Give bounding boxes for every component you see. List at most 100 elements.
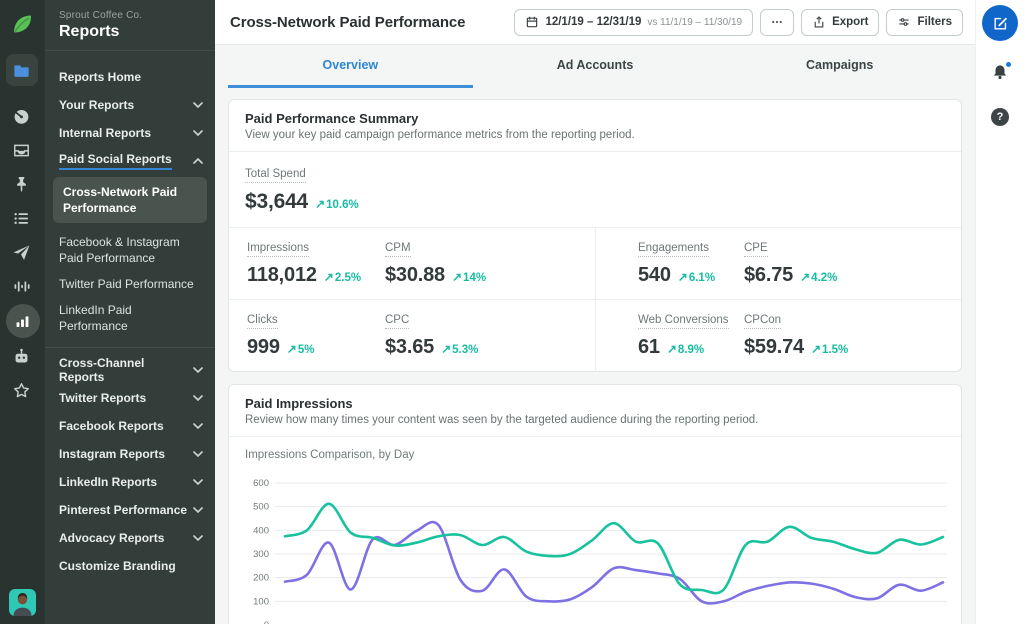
metric-value: 61: [638, 336, 660, 358]
up-trend-icon: ↗: [810, 342, 822, 356]
sidebar-item-instagram-reports[interactable]: Instagram Reports: [45, 440, 215, 468]
sidebar-item-pinterest-performance[interactable]: Pinterest Performance: [45, 496, 215, 524]
sidebar-item-cross-channel-reports[interactable]: Cross-Channel Reports: [45, 356, 215, 384]
sidebar-item-label: Customize Branding: [59, 559, 176, 573]
svg-text:100: 100: [253, 596, 269, 607]
sidebar-item-linkedin-reports[interactable]: LinkedIn Reports: [45, 468, 215, 496]
metric-cpc: CPC $3.65 ↗5.3%: [385, 310, 596, 359]
impressions-chart[interactable]: 0100200300400500600123456789101112131415…: [245, 473, 947, 624]
metric-delta: ↗8.9%: [666, 342, 705, 356]
publishing-icon[interactable]: [6, 236, 38, 268]
metric-delta: ↗5.3%: [441, 342, 479, 356]
sidebar-header: Sprout Coffee Co. Reports: [45, 0, 215, 51]
metric-label: Impressions: [247, 242, 309, 257]
summary-card-header: Paid Performance Summary View your key p…: [229, 100, 961, 152]
premium-icon[interactable]: [6, 374, 38, 406]
sidebar-item-facebook-instagram-paid-performance[interactable]: Facebook & Instagram Paid Performance: [45, 229, 215, 271]
tab-strip: Overview Ad Accounts Campaigns: [215, 45, 975, 88]
metrics-grid: Impressions 118,012 ↗2.5% CPM $30.88 ↗14% Enga…: [229, 228, 961, 371]
up-trend-icon: ↗: [286, 342, 297, 356]
user-avatar[interactable]: [9, 589, 36, 616]
chevron-up-icon: [193, 158, 203, 164]
sidebar-item-facebook-reports[interactable]: Facebook Reports: [45, 412, 215, 440]
sidebar-item-twitter-reports[interactable]: Twitter Reports: [45, 384, 215, 412]
up-trend-icon: ↗: [441, 342, 452, 356]
pin-icon[interactable]: [6, 168, 38, 200]
svg-text:300: 300: [253, 549, 269, 560]
sidebar-divider: [45, 347, 215, 348]
inbox-icon[interactable]: [6, 134, 38, 166]
compare-range-text: vs 11/1/19 – 11/30/19: [647, 16, 743, 28]
chevron-down-icon: [193, 102, 203, 108]
metric-cpcon: CPCon $59.74 ↗1.5%: [744, 310, 961, 359]
more-options-button[interactable]: [760, 8, 795, 36]
export-icon: [812, 15, 826, 29]
metric-label: CPC: [385, 314, 410, 329]
help-button[interactable]: ?: [991, 108, 1009, 126]
sidebar-item-twitter-paid-performance[interactable]: Twitter Paid Performance: [45, 271, 215, 297]
metric-value: 540: [638, 264, 671, 286]
metric-label: Clicks: [247, 314, 278, 329]
metric-cpm: CPM $30.88 ↗14%: [385, 238, 596, 287]
filters-icon: [897, 15, 911, 29]
tab-ad-accounts[interactable]: Ad Accounts: [473, 45, 718, 88]
sidebar-item-customize-branding[interactable]: Customize Branding: [45, 552, 215, 580]
page-title: Cross-Network Paid Performance: [230, 13, 466, 31]
total-spend-delta: ↗10.6%: [315, 197, 359, 211]
sidebar-item-label: Your Reports: [59, 98, 135, 112]
listening-icon[interactable]: [6, 270, 38, 302]
metric-value: $30.88: [385, 264, 445, 286]
sprout-logo-icon[interactable]: [6, 8, 38, 40]
total-spend-label: Total Spend: [245, 168, 306, 183]
filters-button[interactable]: Filters: [886, 8, 963, 36]
folder-icon[interactable]: [5, 54, 38, 86]
total-spend-metric: Total Spend $3,644 ↗10.6%: [229, 152, 961, 228]
export-button[interactable]: Export: [801, 8, 880, 36]
svg-text:500: 500: [253, 502, 269, 513]
sidebar-item-your-reports[interactable]: Your Reports: [45, 91, 215, 119]
total-spend-value: $3,644: [245, 190, 309, 213]
svg-text:400: 400: [253, 525, 269, 536]
utility-rail: ?: [975, 0, 1024, 624]
chevron-down-icon: [193, 451, 203, 457]
up-trend-icon: ↗: [800, 270, 811, 284]
sidebar-item-reports-home[interactable]: Reports Home: [45, 63, 215, 91]
metric-value: 999: [247, 336, 280, 358]
metric-label: CPM: [385, 242, 411, 257]
sidebar-item-label: LinkedIn Reports: [59, 475, 158, 489]
up-trend-icon: ↗: [677, 270, 688, 284]
sidebar-item-linkedin-paid-performance[interactable]: LinkedIn Paid Performance: [45, 297, 215, 339]
feed-list-icon[interactable]: [6, 202, 38, 234]
metric-web-conversions: Web Conversions 61 ↗8.9%: [596, 310, 744, 359]
metric-clicks: Clicks 999 ↗5%: [229, 310, 385, 359]
bot-icon[interactable]: [6, 340, 38, 372]
metric-delta: ↗2.5%: [323, 270, 362, 284]
app-icon-rail: [0, 0, 45, 624]
gauge-icon[interactable]: [6, 100, 38, 132]
sidebar-item-internal-reports[interactable]: Internal Reports: [45, 119, 215, 147]
impressions-chart-section: Impressions Comparison, by Day 0 100 200 30…: [229, 437, 961, 624]
chevron-down-icon: [193, 423, 203, 429]
topbar: Cross-Network Paid Performance 12/1/19 –…: [215, 0, 975, 45]
tab-campaigns[interactable]: Campaigns: [717, 45, 962, 88]
date-range-button[interactable]: 12/1/19 – 12/31/19 vs 11/1/19 – 11/30/19: [514, 8, 754, 36]
sidebar-item-label: Reports Home: [59, 70, 142, 84]
account-name: Sprout Coffee Co.: [59, 10, 143, 21]
notifications-button[interactable]: [991, 61, 1012, 86]
sidebar-item-advocacy-reports[interactable]: Advocacy Reports: [45, 524, 215, 552]
compose-button[interactable]: [982, 5, 1018, 41]
metric-delta: ↗5%: [286, 342, 315, 356]
ellipsis-icon: [770, 15, 784, 29]
notification-dot: [1005, 61, 1012, 68]
sidebar-item-cross-network-paid-performance[interactable]: Cross-Network Paid Performance: [53, 177, 207, 223]
impressions-title: Paid Impressions: [245, 396, 353, 411]
series-previous-period-line: [283, 520, 945, 605]
sidebar-item-label: Paid Social Reports: [59, 152, 172, 170]
calendar-icon: [525, 15, 539, 29]
reports-sidebar: Sprout Coffee Co. Reports Reports Home Yo…: [45, 0, 215, 624]
tab-overview[interactable]: Overview: [228, 45, 473, 88]
sidebar-item-label: Twitter Reports: [59, 391, 147, 405]
sidebar-item-paid-social-reports[interactable]: Paid Social Reports: [45, 147, 215, 175]
reports-icon[interactable]: [5, 304, 40, 338]
metric-label: Engagements: [638, 242, 709, 257]
